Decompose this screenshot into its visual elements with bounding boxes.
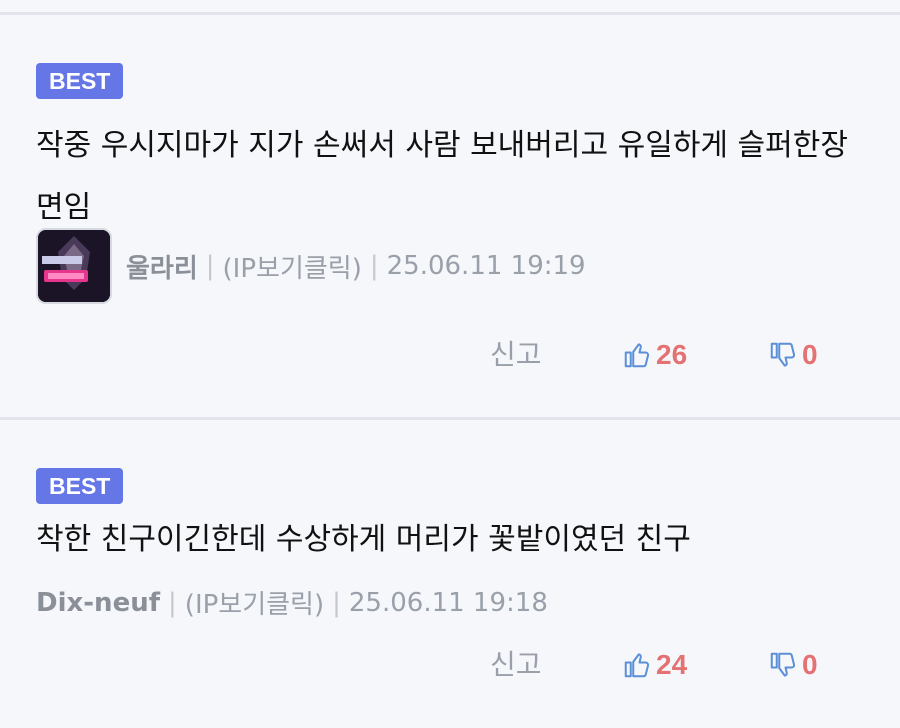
- ip-link[interactable]: (IP보기클릭): [185, 584, 324, 621]
- report-button[interactable]: 신고: [490, 645, 542, 685]
- dislike-button[interactable]: 0: [768, 335, 818, 375]
- avatar-image: [38, 230, 110, 302]
- comment-meta: 울라리 | (IP보기클릭) | 25.06.11 19:19: [36, 228, 586, 304]
- like-button[interactable]: 26: [622, 335, 687, 375]
- like-count: 26: [656, 339, 688, 370]
- like-count: 24: [656, 649, 688, 680]
- comment-actions: 신고 26 0: [0, 335, 900, 375]
- thumbs-up-icon: [624, 343, 650, 368]
- ip-link[interactable]: (IP보기클릭): [223, 248, 362, 285]
- divider: [0, 417, 900, 420]
- nickname[interactable]: Dix-neuf: [36, 588, 160, 618]
- nickname[interactable]: 울라리: [126, 248, 198, 285]
- comment-datetime: 25.06.11 19:18: [348, 587, 548, 618]
- separator: |: [168, 587, 177, 618]
- separator: |: [369, 251, 379, 281]
- best-badge: BEST: [36, 63, 124, 99]
- separator: |: [205, 251, 215, 281]
- comment-text: 착한 친구이긴한데 수상하게 머리가 꽃밭이였던 친구: [36, 522, 691, 557]
- dislike-count: 0: [802, 339, 818, 370]
- separator: |: [332, 587, 341, 618]
- dislike-button[interactable]: 0: [768, 645, 818, 685]
- thumbs-up-icon: [624, 653, 650, 678]
- report-button[interactable]: 신고: [490, 335, 542, 375]
- thumbs-down-icon: [770, 652, 796, 677]
- comment-datetime: 25.06.11 19:19: [386, 251, 586, 281]
- comment-meta: Dix-neuf | (IP보기클릭) | 25.06.11 19:18: [36, 584, 548, 621]
- comment-actions: 신고 24 0: [0, 645, 900, 685]
- best-badge: BEST: [36, 468, 124, 504]
- thumbs-down-icon: [770, 342, 796, 367]
- avatar[interactable]: [36, 228, 112, 304]
- dislike-count: 0: [802, 649, 818, 680]
- divider: [0, 12, 900, 15]
- comment-text: 작중 우시지마가 지가 손써서 사람 보내버리고 유일하게 슬퍼한장면임: [36, 128, 848, 225]
- comment-list: BEST 작중 우시지마가 지가 손써서 사람 보내버리고 유일하게 슬퍼한장면…: [0, 0, 900, 728]
- like-button[interactable]: 24: [622, 645, 687, 685]
